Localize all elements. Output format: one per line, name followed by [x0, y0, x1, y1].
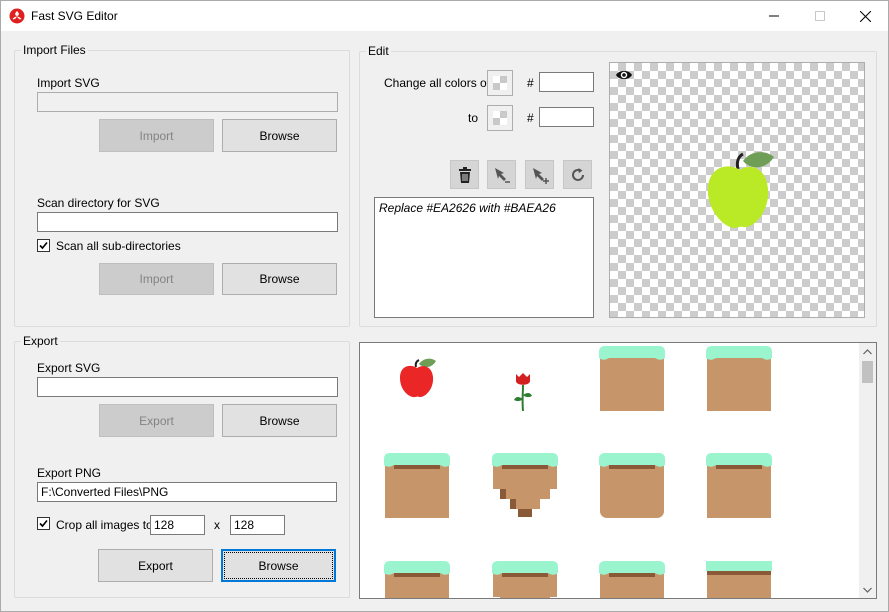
gallery-item-apple[interactable]	[398, 357, 438, 399]
browse-svg-button[interactable]: Browse	[222, 119, 337, 152]
svg-gallery[interactable]	[359, 342, 877, 599]
close-button[interactable]	[842, 1, 888, 31]
export-label: Export	[21, 334, 60, 348]
import-files-label: Import Files	[21, 43, 88, 57]
from-color-field[interactable]	[539, 72, 594, 92]
gallery-scrollbar[interactable]	[859, 343, 876, 598]
import-svg-button[interactable]: Import	[99, 119, 214, 152]
gallery-item-ground-block[interactable]	[599, 561, 665, 599]
export-png-button[interactable]: Export	[98, 549, 213, 582]
scan-directory-label: Scan directory for SVG	[37, 196, 160, 210]
to-hash-label: #	[527, 111, 534, 125]
svg-preview	[609, 62, 865, 318]
import-directory-button-label: Import	[139, 272, 174, 286]
to-color-swatch[interactable]	[487, 105, 513, 131]
refresh-icon	[571, 167, 584, 181]
browse-export-svg-button[interactable]: Browse	[222, 404, 337, 437]
delete-icon	[458, 166, 471, 183]
crop-width-field[interactable]: 128	[150, 515, 205, 535]
chevron-up-icon	[863, 348, 872, 354]
window-title: Fast SVG Editor	[31, 9, 118, 23]
crop-images-checkbox[interactable]	[37, 517, 50, 530]
crop-height-field[interactable]: 128	[230, 515, 285, 535]
export-svg-field[interactable]	[37, 377, 338, 397]
import-directory-button[interactable]: Import	[99, 263, 214, 295]
gallery-item-rose[interactable]	[510, 371, 536, 413]
gallery-item-ground-block[interactable]	[706, 561, 772, 599]
from-color-swatch[interactable]	[487, 70, 513, 96]
maximize-icon	[815, 11, 825, 21]
pen-remove-icon	[494, 167, 510, 183]
browse-export-png-button-label: Browse	[258, 558, 299, 573]
gallery-item-ground-block[interactable]	[384, 453, 450, 519]
edit-label: Edit	[366, 44, 391, 58]
add-point-button[interactable]	[525, 160, 554, 189]
scan-subdirectories-checkbox[interactable]	[37, 239, 50, 252]
eye-icon[interactable]	[615, 68, 633, 82]
reset-button[interactable]	[563, 160, 592, 189]
browse-svg-button-label: Browse	[259, 128, 300, 143]
crop-x-label: x	[214, 518, 220, 532]
export-png-field[interactable]: F:\Converted Files\PNG	[37, 482, 337, 502]
scroll-up-button[interactable]	[859, 343, 876, 360]
maximize-button[interactable]	[797, 1, 843, 31]
crop-images-label: Crop all images to	[56, 518, 153, 532]
preview-apple-image	[707, 152, 774, 229]
log-entry: Replace #EA2626 with #BAEA26	[379, 201, 556, 215]
export-png-label: Export PNG	[37, 466, 102, 480]
import-svg-field[interactable]	[37, 92, 338, 112]
browse-export-svg-button-label: Browse	[259, 413, 300, 428]
pen-add-icon	[532, 167, 549, 184]
to-label: to	[468, 111, 479, 125]
gallery-item-ground-block[interactable]	[706, 453, 772, 519]
browse-export-png-button[interactable]: Browse	[221, 549, 336, 582]
app-window: Fast SVG Editor Import Files Import SVG …	[0, 0, 889, 612]
export-png-button-label: Export	[138, 558, 173, 573]
browse-directory-button[interactable]: Browse	[222, 263, 337, 295]
gallery-item-ground-block[interactable]	[384, 561, 450, 599]
checkmark-icon	[39, 241, 48, 250]
app-icon	[9, 8, 25, 24]
to-color-field[interactable]	[539, 107, 594, 127]
scan-subdirectories-label: Scan all sub-directories	[56, 239, 181, 253]
delete-button[interactable]	[450, 160, 479, 189]
minimize-button[interactable]	[751, 1, 797, 31]
checkmark-icon	[39, 519, 48, 528]
remove-point-button[interactable]	[487, 160, 516, 189]
export-svg-button[interactable]: Export	[99, 404, 214, 437]
chevron-down-icon	[863, 587, 872, 593]
scroll-thumb[interactable]	[862, 361, 873, 383]
from-hash-label: #	[527, 76, 534, 90]
minimize-icon	[769, 15, 779, 17]
gallery-item-ground-floating[interactable]	[492, 561, 558, 599]
gallery-item-ground-block[interactable]	[706, 346, 772, 412]
import-svg-button-label: Import	[139, 128, 174, 143]
title-bar: Fast SVG Editor	[1, 1, 888, 31]
scroll-down-button[interactable]	[859, 581, 876, 598]
close-icon	[859, 10, 871, 22]
gallery-item-ground-block[interactable]	[599, 453, 665, 519]
scan-directory-field[interactable]	[37, 212, 338, 232]
export-svg-button-label: Export	[139, 413, 174, 428]
gallery-item-ground-block[interactable]	[599, 346, 665, 412]
changes-log[interactable]: Replace #EA2626 with #BAEA26	[374, 197, 594, 318]
export-svg-label: Export SVG	[37, 361, 101, 375]
change-colors-label: Change all colors of	[384, 76, 491, 90]
import-svg-label: Import SVG	[37, 76, 100, 90]
gallery-item-ground-floating[interactable]	[492, 453, 558, 519]
browse-directory-button-label: Browse	[259, 272, 300, 286]
